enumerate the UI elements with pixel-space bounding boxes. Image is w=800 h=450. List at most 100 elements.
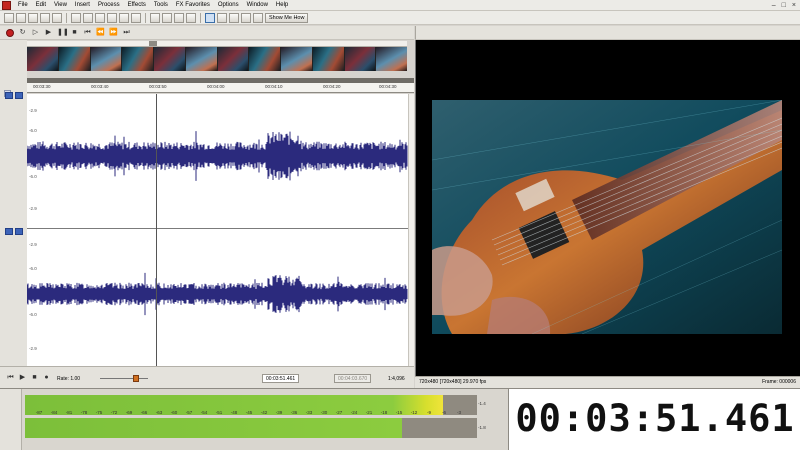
video-thumbnail [281,47,312,71]
playback-rate-slider[interactable] [100,378,148,379]
menu-fx-favorites[interactable]: FX Favorites [172,0,214,11]
selection-length-field[interactable]: 00:04:03.670 [334,374,372,383]
video-frame-guitar [432,100,782,334]
waveform-svg [27,131,408,316]
video-thumbnail [376,47,407,71]
time-ruler[interactable]: 00:03:30 00:03:40 00:03:50 00:04:00 00:0… [27,78,414,93]
channel-1-solo-icon[interactable] [15,92,23,99]
menu-view[interactable]: View [50,0,71,11]
waveform-display[interactable]: -2.9 -6.0 -12.0 -6.0 -2.9 -2.9 -6.0 -12.… [27,94,414,366]
envelope-tool-icon[interactable] [241,12,251,23]
stop-icon[interactable]: ■ [70,29,79,37]
meter-scale-label: -27 [335,410,343,415]
window-controls: – □ × [772,2,800,9]
save-all-icon[interactable] [40,12,50,23]
record-button[interactable] [6,28,14,37]
menu-tools[interactable]: Tools [150,0,172,11]
video-thumbnail [312,47,344,71]
menu-process[interactable]: Process [94,0,124,11]
zoom-ratio[interactable]: 1:4,096 [388,376,405,382]
video-thumbnail [58,47,90,71]
repeat-icon[interactable] [174,12,184,23]
ruler-tick: 00:04:00 [207,84,225,89]
help-icon[interactable] [253,12,263,23]
menu-file[interactable]: File [14,0,32,11]
ruler-tick: 00:03:30 [33,84,51,89]
meter-scale-label: -72 [110,410,118,415]
rewind-icon[interactable]: ⏪ [96,29,105,37]
paste-icon[interactable] [95,12,105,23]
toolbar-divider [200,12,201,23]
meter-scale-label: -39 [275,410,283,415]
meter-scale-label: -48 [230,410,238,415]
history-icon[interactable] [186,12,196,23]
menu-effects[interactable]: Effects [124,0,150,11]
app-icon [2,0,11,10]
vertical-scrollbar[interactable] [408,94,414,366]
new-file-icon[interactable] [4,12,14,23]
meter-scale-label: -60 [170,410,178,415]
copy-icon[interactable] [83,12,93,23]
magnify-tool-icon[interactable] [217,12,227,23]
meter-scale-label: -81 [65,410,73,415]
meter-scale-label: -9 [426,410,432,415]
meter-scale-label: -63 [155,410,163,415]
channel-2-enable-icon[interactable] [5,228,13,235]
play-small-icon[interactable]: ▶ [18,374,27,382]
playback-cursor[interactable] [156,94,157,366]
video-thumbnail [90,47,122,71]
pencil-tool-icon[interactable] [229,12,239,23]
channel-1-waveform [27,131,408,181]
transport-toolbar: ↻ ▷ ▶ ❚❚ ■ ⏮ ⏪ ⏩ ⏭ [0,26,414,40]
video-format-info: 720x480 [720x480] 29.970 fps [419,379,487,385]
channel-1-enable-icon[interactable] [5,92,13,99]
ruler-tick: 00:04:30 [379,84,397,89]
go-to-end-icon[interactable]: ⏭ [122,29,131,37]
loop-icon[interactable]: ↻ [18,29,27,37]
menu-options[interactable]: Options [214,0,243,11]
left-peak-value: -1.4 [478,401,486,406]
mute-icon[interactable] [131,12,141,23]
edit-tool-icon[interactable] [205,12,215,23]
pause-icon[interactable]: ❚❚ [57,29,69,37]
save-icon[interactable] [28,12,38,23]
undo-icon[interactable] [150,12,160,23]
track-1-buttons [5,92,25,99]
open-file-icon[interactable] [16,12,26,23]
play-all-icon[interactable]: ▷ [31,29,40,37]
play-icon[interactable]: ▶ [44,29,53,37]
right-peak-value: -1.8 [478,425,486,430]
fast-forward-icon[interactable]: ⏩ [109,29,118,37]
trim-icon[interactable] [119,12,129,23]
maximize-icon[interactable]: □ [782,2,786,9]
channel-2-solo-icon[interactable] [15,228,23,235]
mix-icon[interactable] [107,12,117,23]
overview-scroll-knob[interactable] [149,41,157,46]
show-me-how-button[interactable]: Show Me How [265,12,309,23]
redo-icon[interactable] [162,12,172,23]
video-thumbnail [154,47,185,71]
menu-window[interactable]: Window [243,0,272,11]
time-display-panel: 00:03:51.461 [508,388,800,450]
data-window-status-bar: ⏮ ▶ ■ ● Rate: 1.00 00:03:51.461 00:04:03… [0,366,414,388]
meter-scale-label: -24 [350,410,358,415]
video-thumbnail-strip[interactable] [27,47,407,71]
menu-help[interactable]: Help [272,0,292,11]
cursor-position-field[interactable]: 00:03:51.461 [262,374,300,383]
toolbar-divider [66,12,67,23]
cut-icon[interactable] [71,12,81,23]
close-icon[interactable]: × [792,2,796,9]
ruler-selection-bar [27,78,414,83]
record-small-icon[interactable]: ● [42,374,51,382]
meter-scale: -87 -84 -81 -78 -75 -72 -69 -66 -63 -60 -57 -54 -51 -… [25,410,477,417]
menu-edit[interactable]: Edit [32,0,50,11]
playback-rate-knob[interactable] [133,375,139,382]
stop-small-icon[interactable]: ■ [30,374,39,382]
go-to-start-small-icon[interactable]: ⏮ [6,374,15,382]
render-icon[interactable] [52,12,62,23]
minimize-icon[interactable]: – [772,2,776,9]
menu-bar: File Edit View Insert Process Effects To… [0,0,800,11]
go-to-start-icon[interactable]: ⏮ [83,29,92,37]
main-toolbar: Show Me How [0,11,800,25]
menu-insert[interactable]: Insert [71,0,94,11]
